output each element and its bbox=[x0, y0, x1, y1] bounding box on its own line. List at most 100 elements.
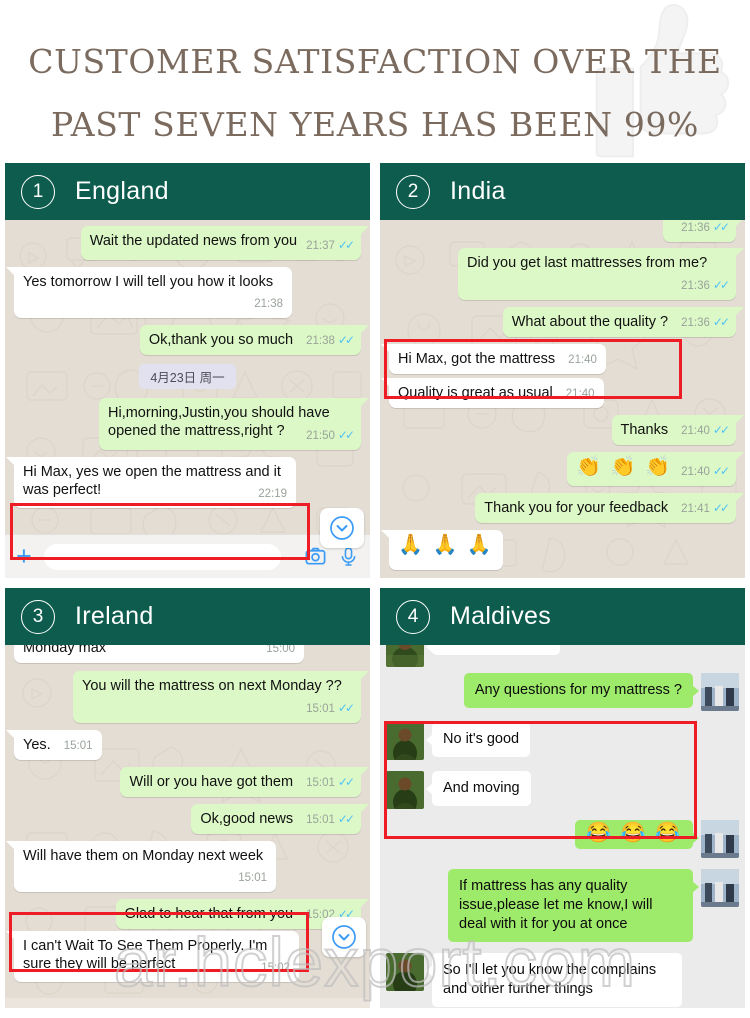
message-row[interactable]: I can't Wait To See Them Properly. I'm s… bbox=[6, 931, 361, 982]
message-bubble-outgoing[interactable]: If mattress has any quality issue,please… bbox=[448, 869, 699, 942]
chat-body-england[interactable]: Wait the updated news from you 21:37 ✓✓ Y… bbox=[5, 220, 370, 578]
message-list-india: 21:36 ✓✓ Did you get last mattresses from… bbox=[380, 220, 745, 577]
message-bubble-outgoing[interactable]: Hi,morning,Justin,you should have opened… bbox=[99, 398, 369, 450]
chevron-down-circle-icon bbox=[330, 516, 354, 540]
message-text: Will or you have got them bbox=[129, 774, 294, 790]
message-bubble-incoming-highlighted[interactable]: Hi Max, yes we open the mattress and it … bbox=[6, 457, 296, 508]
contact-avatar[interactable] bbox=[386, 771, 424, 809]
message-row[interactable]: Ok,good news 15:01 ✓✓ bbox=[14, 804, 369, 834]
message-row[interactable]: Thanks 21:40 ✓✓ bbox=[389, 415, 745, 445]
message-row[interactable]: You will the mattress on next Monday ?? … bbox=[14, 671, 369, 723]
message-row[interactable]: Wait the updated news from you 21:37 ✓✓ bbox=[14, 226, 370, 260]
message-text: Yes tomorrow I will tell you how it look… bbox=[23, 274, 274, 290]
message-row[interactable]: Will have them on Monday next week 15:01 bbox=[6, 841, 361, 892]
user-avatar[interactable] bbox=[701, 673, 739, 711]
message-row[interactable] bbox=[380, 645, 745, 667]
read-receipt-icon: ✓✓ bbox=[337, 775, 355, 789]
message-row[interactable]: So I'll let you know the complains and o… bbox=[380, 953, 745, 1007]
message-bubble-incoming-highlighted[interactable]: I can't Wait To See Them Properly. I'm s… bbox=[6, 931, 299, 982]
message-row[interactable]: Thank you for your feedback 21:41 ✓✓ bbox=[389, 493, 744, 523]
message-bubble-outgoing[interactable]: Will or you have got them 15:01 ✓✓ bbox=[120, 767, 369, 797]
message-time: 21:38 bbox=[306, 335, 335, 347]
microphone-icon[interactable] bbox=[338, 545, 359, 568]
read-receipt-icon: ✓✓ bbox=[712, 501, 730, 515]
panel-title: Ireland bbox=[75, 602, 154, 630]
message-text: Ok,thank you so much bbox=[148, 332, 294, 348]
scroll-to-bottom-button[interactable] bbox=[322, 917, 366, 957]
message-bubble-outgoing[interactable]: What about the quality ? 21:36 ✓✓ bbox=[502, 307, 745, 337]
chat-body-india[interactable]: 21:36 ✓✓ Did you get last mattresses from… bbox=[380, 220, 745, 578]
message-bubble-outgoing[interactable]: Any questions for my mattress ? bbox=[463, 673, 700, 708]
message-meta: 21:40 ✓✓ bbox=[681, 462, 730, 481]
message-row[interactable]: Monday max 15:00 bbox=[14, 645, 361, 663]
message-row[interactable]: 🙏 🙏 🙏 bbox=[381, 530, 736, 570]
message-row[interactable]: 😂 😂 😂 bbox=[380, 820, 745, 858]
message-row[interactable]: Yes. 15:01 bbox=[6, 730, 361, 760]
read-receipt-icon: ✓✓ bbox=[337, 428, 355, 442]
contact-avatar[interactable] bbox=[386, 953, 424, 991]
message-row[interactable]: 👏 👏 👏 21:40 ✓✓ bbox=[389, 452, 744, 486]
message-text: Wait the updated news from you bbox=[89, 233, 298, 249]
message-row[interactable]: Yes tomorrow I will tell you how it look… bbox=[6, 267, 361, 318]
message-time: 22:19 bbox=[258, 488, 287, 500]
message-row[interactable]: Hi Max, yes we open the mattress and it … bbox=[6, 457, 361, 508]
message-list-ireland: Monday max 15:00 You will the mattress o… bbox=[5, 645, 370, 989]
message-bubble-incoming[interactable]: So I'll let you know the complains and o… bbox=[426, 953, 682, 1007]
message-row[interactable]: Hi,morning,Justin,you should have opened… bbox=[14, 398, 369, 450]
message-row[interactable]: Glad to hear that from you 15:02 ✓✓ bbox=[14, 899, 370, 929]
message-row[interactable]: Hi Max, got the mattress 21:40 bbox=[381, 344, 736, 374]
message-row[interactable]: Will or you have got them 15:01 ✓✓ bbox=[14, 767, 369, 797]
message-bubble-outgoing[interactable]: Wait the updated news from you 21:37 ✓✓ bbox=[80, 226, 370, 260]
message-input[interactable] bbox=[43, 543, 281, 570]
message-meta: 15:01 bbox=[238, 869, 267, 887]
message-bubble-outgoing[interactable]: Ok,good news 15:01 ✓✓ bbox=[191, 804, 369, 834]
message-bubble-incoming[interactable]: Yes. 15:01 bbox=[6, 730, 102, 760]
message-bubble-incoming-highlighted[interactable]: No it's good bbox=[425, 722, 531, 757]
message-bubble-outgoing[interactable]: Thank you for your feedback 21:41 ✓✓ bbox=[475, 493, 744, 523]
message-emoji: 🙏 🙏 🙏 bbox=[398, 534, 494, 556]
message-row[interactable]: Any questions for my mattress ? bbox=[380, 673, 745, 711]
message-bubble-incoming-cutoff[interactable]: Monday max 15:00 bbox=[14, 645, 304, 663]
message-bubble-incoming-highlighted[interactable]: Hi Max, got the mattress 21:40 bbox=[381, 344, 606, 374]
chat-body-maldives[interactable]: Any questions for my mattress ? No it's … bbox=[380, 645, 745, 1008]
message-row[interactable]: What about the quality ? 21:36 ✓✓ bbox=[389, 307, 745, 337]
message-bubble-incoming-highlighted[interactable]: Quality is great as usual 21:40 bbox=[381, 378, 604, 408]
message-bubble-incoming-highlighted[interactable]: And moving bbox=[426, 771, 531, 806]
scroll-to-bottom-button[interactable] bbox=[320, 508, 364, 548]
message-input-bar[interactable]: + bbox=[5, 534, 370, 578]
message-row[interactable]: And moving bbox=[380, 771, 745, 809]
panel-ireland: 3 Ireland Monday max 15:00 You will the … bbox=[5, 588, 370, 1008]
message-bubble-outgoing-emoji[interactable]: 😂 😂 😂 bbox=[575, 820, 699, 849]
message-bubble-incoming[interactable]: Will have them on Monday next week 15:01 bbox=[6, 841, 276, 892]
message-bubble-outgoing[interactable]: Did you get last mattresses from me? 21:… bbox=[458, 248, 744, 300]
message-bubble-outgoing[interactable]: Thanks 21:40 ✓✓ bbox=[611, 415, 745, 445]
message-text: So I'll let you know the complains and o… bbox=[443, 962, 657, 997]
message-text: And moving bbox=[443, 780, 520, 796]
message-row[interactable]: If mattress has any quality issue,please… bbox=[380, 869, 745, 942]
message-time: 21:37 bbox=[306, 240, 335, 252]
message-meta: 21:50 ✓✓ bbox=[306, 426, 355, 445]
contact-avatar[interactable] bbox=[386, 645, 424, 667]
read-receipt-icon: ✓✓ bbox=[712, 220, 730, 234]
chat-body-ireland[interactable]: Monday max 15:00 You will the mattress o… bbox=[5, 645, 370, 998]
message-row[interactable]: Quality is great as usual 21:40 bbox=[381, 378, 736, 408]
camera-icon[interactable] bbox=[304, 545, 327, 568]
user-avatar[interactable] bbox=[701, 869, 739, 907]
message-list-maldives: Any questions for my mattress ? No it's … bbox=[380, 645, 745, 1007]
message-row[interactable]: Ok,thank you so much 21:38 ✓✓ bbox=[14, 325, 370, 355]
message-text: Thanks bbox=[620, 422, 669, 438]
message-bubble-incoming-emoji[interactable]: 🙏 🙏 🙏 bbox=[381, 530, 503, 570]
contact-avatar[interactable] bbox=[386, 722, 424, 760]
message-bubble-incoming[interactable]: Yes tomorrow I will tell you how it look… bbox=[6, 267, 292, 318]
message-bubble-outgoing[interactable]: Ok,thank you so much 21:38 ✓✓ bbox=[139, 325, 370, 355]
message-row[interactable]: 21:36 ✓✓ bbox=[389, 220, 744, 242]
message-row[interactable]: No it's good bbox=[380, 722, 745, 760]
attach-plus-icon[interactable]: + bbox=[16, 543, 32, 570]
message-bubble-outgoing-cutoff[interactable]: 21:36 ✓✓ bbox=[663, 220, 744, 242]
message-row[interactable]: Did you get last mattresses from me? 21:… bbox=[389, 248, 744, 300]
user-avatar[interactable] bbox=[701, 820, 739, 858]
message-bubble-incoming-cutoff[interactable] bbox=[426, 645, 560, 655]
read-receipt-icon: ✓✓ bbox=[337, 238, 355, 252]
message-bubble-outgoing-emoji[interactable]: 👏 👏 👏 21:40 ✓✓ bbox=[567, 452, 744, 486]
message-bubble-outgoing[interactable]: You will the mattress on next Monday ?? … bbox=[73, 671, 369, 723]
